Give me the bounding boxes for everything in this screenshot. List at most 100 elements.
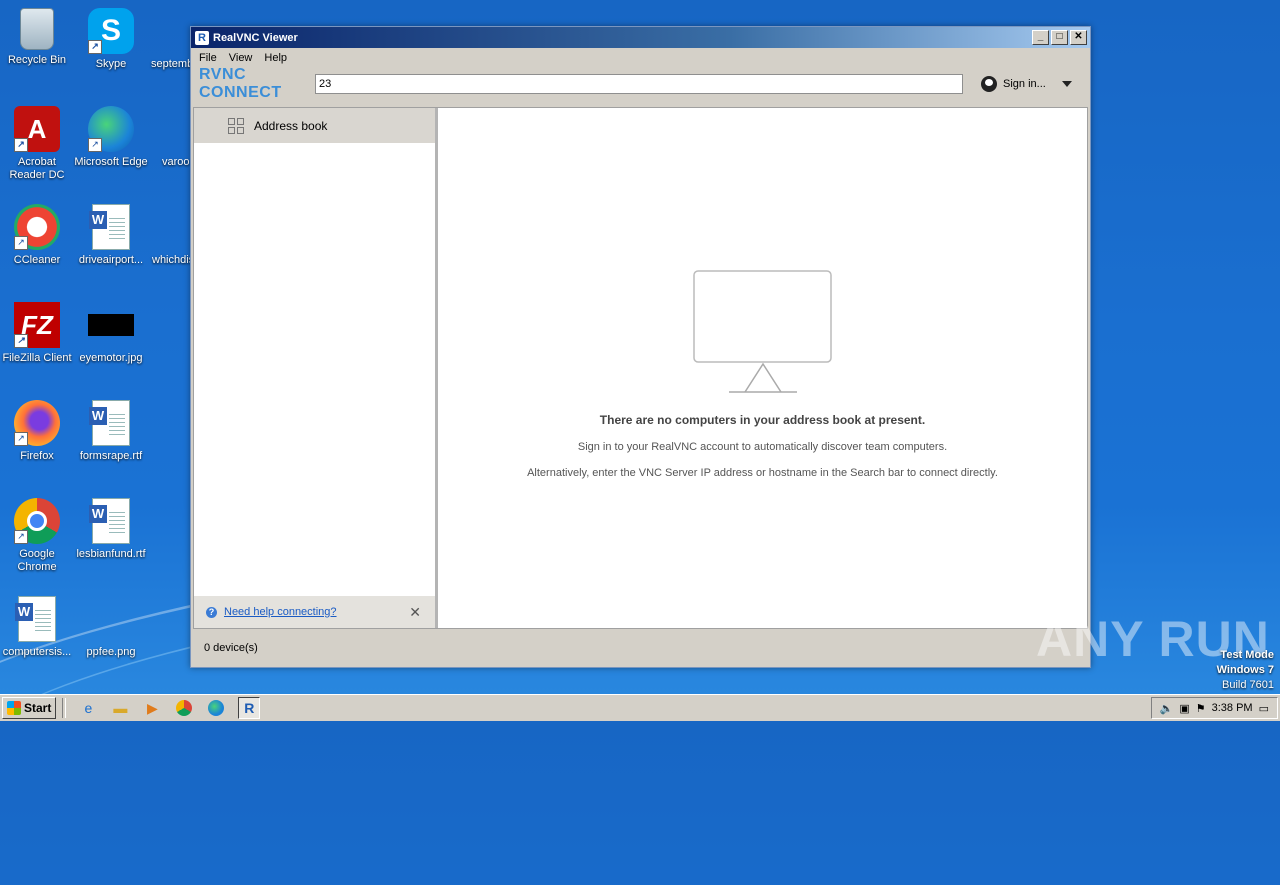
word-doc-icon: W	[89, 498, 130, 544]
maximize-button[interactable]: □	[1051, 30, 1068, 45]
desktop-icon-label: computersis...	[2, 646, 72, 658]
internet-explorer-icon[interactable]: e	[78, 698, 98, 718]
chrome-taskbar-icon[interactable]	[174, 698, 194, 718]
desktop-icon-partial[interactable]: whichdis	[152, 254, 194, 266]
help-bar: ? Need help connecting? ✕	[194, 596, 435, 628]
desktop-icon-computersis[interactable]: W computersis...	[0, 596, 74, 659]
desktop-icon-skype[interactable]: S ↗ Skype	[74, 8, 148, 71]
system-tray: 🔈 ▣ ⚑ 3:38 PM ▭	[1150, 697, 1278, 719]
desktop-icon-chrome[interactable]: ↗ Google Chrome	[0, 498, 74, 574]
word-doc-icon: W	[89, 400, 130, 446]
desktop-icon-label: Recycle Bin	[7, 54, 67, 66]
menu-file[interactable]: File	[199, 52, 217, 64]
desktop-icon-partial[interactable]: septemb	[151, 58, 193, 70]
need-help-link[interactable]: Need help connecting?	[224, 606, 337, 618]
vnc-connect-logo: RVNC CONNECT	[199, 66, 282, 101]
desktop-icon-label: eyemotor.jpg	[79, 352, 143, 364]
ccleaner-icon: ↗	[14, 204, 60, 250]
address-book-main: There are no computers in your address b…	[438, 108, 1087, 628]
minimize-button[interactable]: _	[1032, 30, 1049, 45]
edge-icon: ↗	[88, 106, 134, 152]
realvnc-app-icon: R	[195, 30, 209, 45]
desktop-icon-label: ppfee.png	[86, 646, 136, 658]
desktop-icon-partial[interactable]: varoo	[162, 156, 190, 168]
firefox-icon: ↗	[14, 400, 60, 446]
desktop-icon-ccleaner[interactable]: ↗ CCleaner	[0, 204, 74, 267]
window-title: RealVNC Viewer	[213, 31, 298, 44]
image-file-icon	[88, 596, 134, 642]
sidebar-item-address-book[interactable]: Address book	[194, 108, 435, 143]
speaker-icon[interactable]: 🔈	[1160, 702, 1174, 715]
clock[interactable]: 3:38 PM	[1212, 702, 1253, 714]
title-bar[interactable]: R RealVNC Viewer _ □ ✕	[191, 27, 1090, 48]
skype-icon: S ↗	[88, 8, 134, 54]
desktop-icon-edge[interactable]: ↗ Microsoft Edge	[74, 106, 148, 169]
network-icon[interactable]: ▣	[1179, 702, 1189, 715]
edge-taskbar-icon[interactable]	[206, 698, 226, 718]
desktop-icon-eyemotor[interactable]: eyemotor.jpg	[74, 302, 148, 365]
device-count: 0 device(s)	[204, 642, 258, 654]
desktop-icon-label: Microsoft Edge	[74, 156, 148, 168]
desktop-icon-recycle-bin[interactable]: Recycle Bin	[0, 8, 74, 67]
start-button[interactable]: Start	[2, 697, 57, 719]
chevron-down-icon[interactable]	[1061, 81, 1072, 87]
word-doc-icon: W	[15, 596, 56, 642]
sign-in-label: Sign in...	[1003, 78, 1046, 90]
windows-version-line: Windows 7	[1216, 664, 1274, 676]
realvnc-taskbar-icon[interactable]: R	[238, 697, 261, 719]
monitor-icon	[692, 270, 832, 393]
acrobat-icon: A ↗	[14, 106, 60, 152]
taskbar-separator	[62, 698, 67, 718]
media-player-icon[interactable]: ▶	[142, 698, 162, 718]
image-file-icon	[88, 314, 134, 336]
empty-heading: There are no computers in your address b…	[599, 413, 926, 427]
status-bar: 0 device(s)	[193, 631, 1086, 665]
user-avatar-icon	[981, 76, 997, 92]
desktop-icon-label: lesbianfund.rtf	[76, 548, 146, 560]
desktop-icon-label: Google Chrome	[17, 548, 57, 573]
file-explorer-icon[interactable]: ▬	[110, 698, 130, 718]
realvnc-viewer-window: R RealVNC Viewer _ □ ✕ File View Help RV…	[190, 26, 1091, 668]
toolbar: RVNC CONNECT Sign in...	[191, 66, 1090, 101]
taskbar: Start e ▬ ▶ R 🔈 ▣ ⚑ 3:38 PM ▭	[0, 694, 1280, 721]
flag-icon[interactable]: ⚑	[1196, 702, 1206, 715]
desktop-icon-label: CCleaner	[13, 254, 61, 266]
empty-text-signin: Sign in to your RealVNC account to autom…	[577, 441, 948, 453]
menu-view[interactable]: View	[229, 52, 253, 64]
desktop-icon-label: FileZilla Client	[2, 352, 72, 364]
desktop-icon-lesbianfund[interactable]: W lesbianfund.rtf	[74, 498, 148, 561]
desktop-icon-firefox[interactable]: ↗ Firefox	[0, 400, 74, 463]
grid-icon	[228, 117, 244, 134]
desktop-icon-label: Firefox	[20, 450, 54, 462]
desktop-icon-filezilla[interactable]: FZ ↗ FileZilla Client	[0, 302, 74, 365]
content-area: Address book ? Need help connecting? ✕ T…	[193, 107, 1088, 629]
test-mode-text: Test Mode Windows 7 Build 7601	[1217, 648, 1274, 693]
menu-bar: File View Help	[191, 48, 1090, 68]
show-desktop-icon[interactable]: ▭	[1259, 702, 1269, 715]
desktop-icon-label: Acrobat Reader DC	[9, 156, 65, 181]
start-label: Start	[24, 701, 52, 715]
close-button[interactable]: ✕	[1070, 30, 1087, 45]
desktop-icon-label: Skype	[95, 58, 127, 70]
help-icon: ?	[206, 606, 217, 618]
sidebar-item-label: Address book	[254, 118, 328, 133]
windows-flag-icon	[7, 701, 21, 715]
filezilla-icon: FZ ↗	[14, 302, 60, 348]
close-icon[interactable]: ✕	[409, 604, 421, 621]
word-doc-icon: W	[89, 204, 130, 250]
sign-in-button[interactable]: Sign in...	[981, 76, 1072, 92]
desktop-icon-acrobat[interactable]: A ↗ Acrobat Reader DC	[0, 106, 74, 182]
chrome-icon: ↗	[14, 498, 60, 544]
desktop-icon-ppfee[interactable]: ppfee.png	[74, 596, 148, 659]
empty-text-search: Alternatively, enter the VNC Server IP a…	[527, 467, 998, 479]
sidebar: Address book ? Need help connecting? ✕	[194, 108, 438, 628]
empty-state: There are no computers in your address b…	[438, 270, 1087, 479]
desktop-icon-driveairport[interactable]: W driveairport...	[74, 204, 148, 267]
desktop-icon-label: formsrape.rtf	[79, 450, 143, 462]
recycle-bin-icon	[20, 8, 54, 50]
desktop-icon-formsrape[interactable]: W formsrape.rtf	[74, 400, 148, 463]
menu-help[interactable]: Help	[264, 52, 287, 64]
build-line: Build 7601	[1222, 679, 1274, 691]
desktop-icon-label: driveairport...	[78, 254, 144, 266]
search-address-input[interactable]	[315, 74, 963, 94]
